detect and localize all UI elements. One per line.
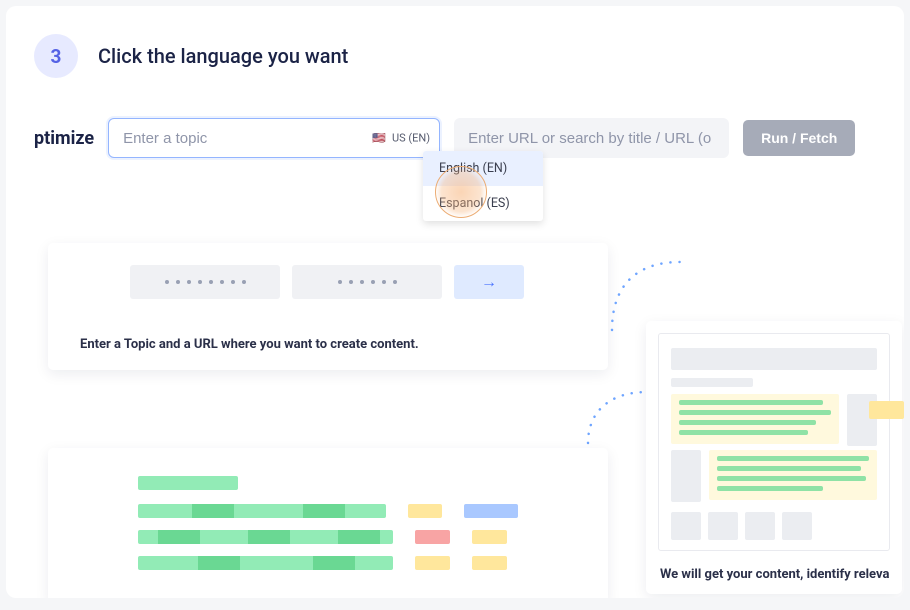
step-header: 3 Click the language you want <box>6 6 904 78</box>
preview-card-topic-url: → Enter a Topic and a URL where you want… <box>48 243 608 370</box>
arrow-right-icon: → <box>481 272 497 292</box>
edge-highlight <box>869 401 904 419</box>
step-title: Click the language you want <box>98 44 348 68</box>
content-line <box>138 504 518 518</box>
skeleton-input-b <box>292 265 442 299</box>
language-option-espanol[interactable]: Espanol (ES) <box>423 186 543 221</box>
preview3-caption: We will get your content, identify relev… <box>658 561 890 582</box>
topic-input-wrapper: 🇺🇸 US (EN) <box>108 118 440 158</box>
document-thumb <box>658 333 890 551</box>
skeleton-input-a <box>130 265 280 299</box>
skeleton-submit-button: → <box>454 265 524 299</box>
preview1-caption: Enter a Topic and a URL where you want t… <box>70 327 586 358</box>
step-number-badge: 3 <box>34 34 78 78</box>
preview-card-content-lines <box>48 448 608 598</box>
main-card: 3 Click the language you want ptimize 🇺🇸… <box>6 6 904 598</box>
content-line <box>138 476 518 490</box>
thumb-squares <box>671 512 877 540</box>
run-fetch-button[interactable]: Run / Fetch <box>743 120 855 156</box>
language-chip-text: US (EN) <box>392 132 430 145</box>
preview1-input-row: → <box>70 265 586 317</box>
language-option-english[interactable]: English (EN) <box>423 151 543 186</box>
us-flag-icon: 🇺🇸 <box>372 132 386 145</box>
content-line <box>138 556 518 570</box>
left-label: ptimize <box>34 128 94 149</box>
language-selector-chip[interactable]: 🇺🇸 US (EN) <box>372 132 430 145</box>
input-row: ptimize 🇺🇸 US (EN) Run / Fetch <box>6 78 904 158</box>
language-dropdown: English (EN) Espanol (ES) <box>423 151 543 221</box>
content-line <box>138 530 518 544</box>
preview-card-document: We will get your content, identify relev… <box>646 321 902 594</box>
